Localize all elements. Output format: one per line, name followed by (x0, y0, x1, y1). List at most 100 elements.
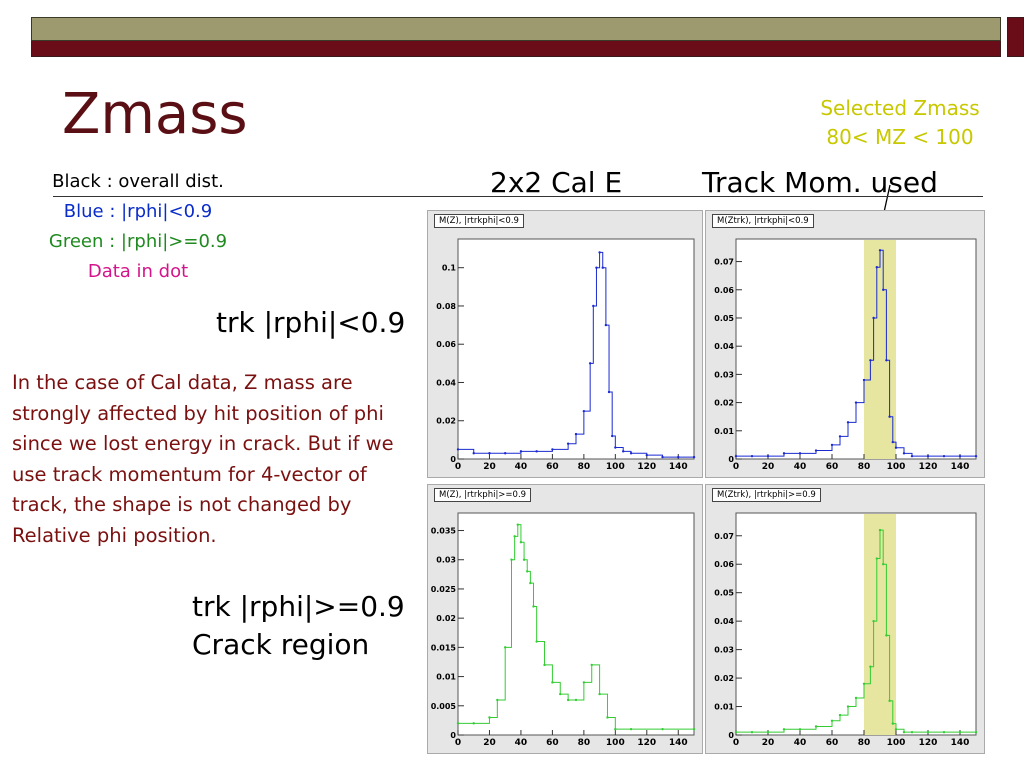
data-point (629, 727, 633, 731)
explanation-paragraph: In the case of Cal data, Z mass are stro… (12, 371, 394, 547)
y-tick-label: 0.07 (714, 532, 734, 541)
plot-title: M(Ztrk), |rtrkphi|>=0.9 (712, 488, 821, 502)
data-point (926, 730, 930, 734)
legend: Black : overall dist. Blue : |rphi|<0.9 … (18, 167, 258, 287)
data-point (601, 266, 604, 269)
column-header-cal: 2x2 Cal E (490, 166, 623, 199)
data-point (875, 266, 878, 269)
data-point (958, 454, 962, 458)
y-tick-label: 0.04 (714, 617, 734, 626)
data-point (582, 681, 586, 684)
plot-track-inner: 0 20 40 60 80 100 120 140 0 0.01 0.02 0.03 0.04 0.05 0… (705, 210, 985, 478)
x-tick-label: 20 (483, 462, 496, 472)
plot-frame (457, 512, 695, 736)
x-tick-label: 40 (515, 738, 528, 748)
data-point (869, 665, 872, 668)
plot-cal-crack: 0 20 40 60 80 100 120 140 0 0.005 0.01 0.015 0.02 0.0… (427, 484, 703, 754)
data-point (878, 249, 882, 252)
data-point (910, 454, 914, 458)
y-tick-label: 0.03 (436, 556, 456, 565)
chart-svg: 0 20 40 60 80 100 120 14000.0050.010.0150.020.0… (431, 512, 696, 748)
data-point (488, 452, 491, 455)
data-point (543, 663, 546, 667)
plot-frame (457, 238, 695, 460)
data-point (872, 619, 875, 623)
data-point (614, 446, 617, 449)
data-point (595, 266, 598, 269)
y-tick-label: 0.06 (714, 560, 734, 569)
data-point (516, 523, 519, 526)
data-point (645, 453, 648, 457)
y-tick-label: 0.02 (436, 614, 456, 623)
row-label-crack-line1: trk |rphi|>=0.9 (192, 590, 405, 623)
y-tick-label: 0.025 (431, 585, 457, 594)
y-tick-label: 0 (728, 455, 734, 464)
data-point (974, 730, 978, 734)
data-point (677, 455, 680, 459)
data-point (661, 727, 664, 731)
plot-track-crack: 0 20 40 60 80 100 120 140 0 0.01 0.02 0.03 0.04 0.05 0… (705, 484, 985, 754)
y-tick-label: 0.05 (714, 589, 734, 598)
data-point (574, 698, 578, 702)
plot-cal-inner: 0 20 40 60 80 100 120 140 0 0.02 0.04 0.06 0.08 0.1 M… (427, 210, 703, 478)
y-tick-label: 0.07 (714, 258, 734, 267)
data-point (882, 563, 885, 566)
data-point (590, 663, 593, 667)
data-point (598, 251, 601, 254)
y-tick-label: 0.06 (714, 286, 734, 295)
x-tick-label: 20 (483, 738, 496, 748)
data-point (629, 452, 633, 455)
data-point (902, 452, 906, 455)
x-tick-label: 120 (919, 462, 938, 472)
plot-title: M(Ztrk), |rtrkphi|<0.9 (712, 214, 814, 228)
data-point (888, 415, 891, 418)
data-point (891, 440, 894, 444)
data-point (910, 730, 914, 734)
data-point (532, 605, 535, 608)
data-point (504, 452, 507, 455)
data-point (942, 454, 946, 458)
x-tick-label: 100 (887, 738, 906, 748)
data-point (830, 443, 834, 447)
data-point (885, 359, 888, 362)
selected-zmass-note: Selected Zmass 80< MZ < 100 (800, 94, 1000, 152)
data-point (830, 719, 834, 722)
y-tick-label: 0 (728, 731, 734, 740)
x-tick-label: 20 (762, 738, 775, 748)
data-point (798, 728, 802, 731)
x-tick-label: 80 (858, 738, 871, 748)
data-point (598, 692, 601, 696)
y-tick-label: 0.015 (431, 643, 457, 652)
column-header-track: Track Mom. used (702, 166, 938, 199)
plot-title: M(Z), |rtrkphi|>=0.9 (434, 488, 532, 502)
x-tick-label: 140 (669, 738, 688, 748)
data-point (559, 692, 562, 696)
data-point (846, 421, 850, 424)
data-point (766, 454, 770, 458)
data-point (958, 730, 962, 734)
data-point (504, 646, 507, 649)
data-point (782, 452, 786, 455)
y-tick-label: 0.1 (442, 264, 457, 273)
data-point (519, 541, 523, 544)
chart-svg: 0 20 40 60 80 100 120 14000.010.020.030.040.050… (714, 512, 978, 748)
data-point (692, 727, 696, 731)
data-point (872, 316, 875, 320)
selected-note-line2: 80< MZ < 100 (826, 125, 974, 149)
slide-title: Zmass (62, 82, 248, 147)
y-tick-label: 0.03 (714, 370, 734, 379)
x-tick-label: 80 (858, 462, 871, 472)
data-point (926, 454, 930, 458)
data-point (566, 698, 570, 702)
data-point (610, 434, 614, 438)
header-bar-accent (31, 41, 1001, 57)
x-tick-label: 80 (578, 738, 591, 748)
x-tick-label: 60 (546, 462, 559, 472)
data-point (551, 681, 554, 684)
y-tick-label: 0.04 (436, 378, 456, 387)
x-tick-label: 140 (951, 738, 970, 748)
x-tick-label: 140 (669, 462, 688, 472)
data-point (814, 449, 818, 452)
x-tick-label: 100 (606, 462, 625, 472)
data-point (606, 716, 609, 719)
